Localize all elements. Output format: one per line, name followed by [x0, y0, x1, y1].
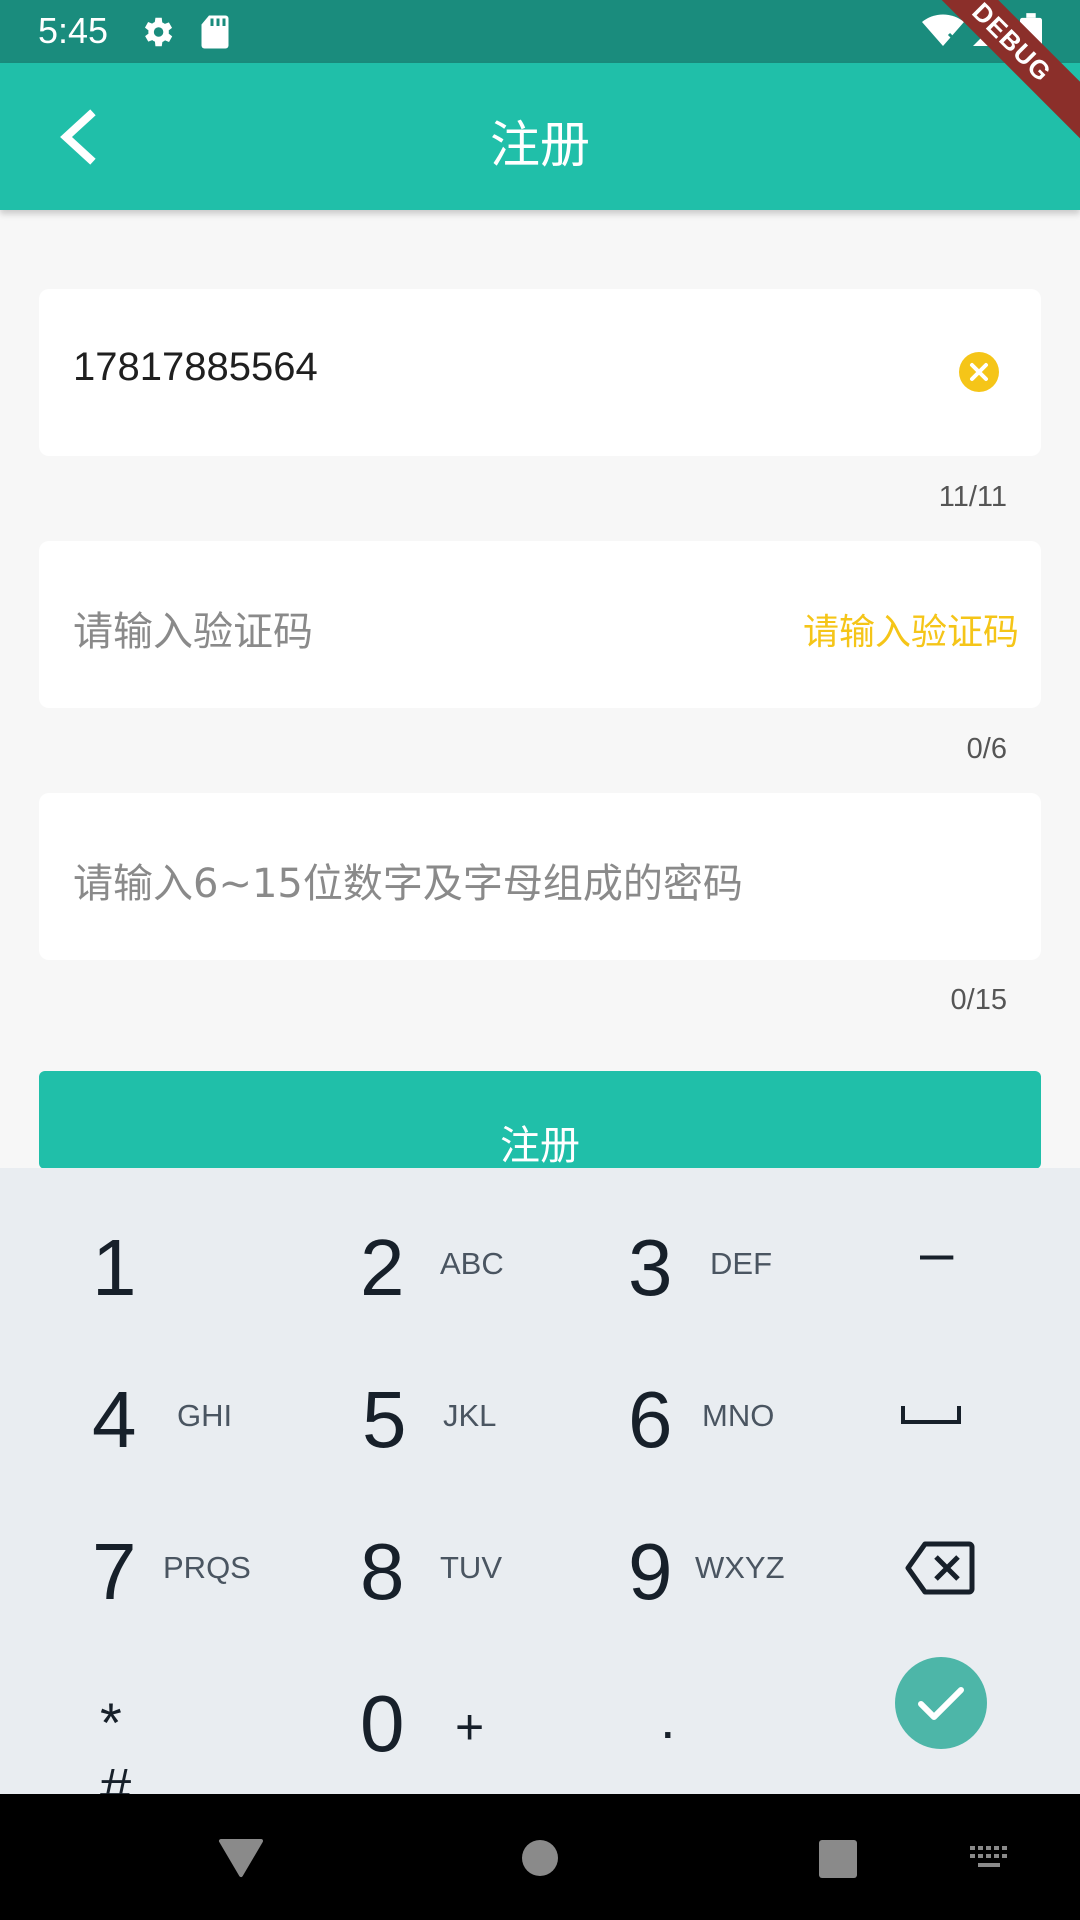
status-bar: 5:45	[0, 0, 1080, 63]
key-number: 9	[628, 1527, 673, 1616]
key-letters: PRQS	[163, 1550, 251, 1585]
register-button[interactable]: 注册	[39, 1071, 1041, 1169]
key-letters: DEF	[710, 1246, 772, 1281]
back-triangle-icon[interactable]	[218, 1838, 264, 1878]
backspace-icon	[905, 1541, 975, 1595]
app-bar: 注册	[0, 63, 1080, 210]
code-field[interactable]: 请输入验证码 请输入验证码	[39, 541, 1041, 708]
key-letters: MNO	[702, 1398, 775, 1433]
home-circle-icon[interactable]	[520, 1838, 560, 1878]
wifi-icon	[922, 14, 964, 46]
check-icon	[918, 1687, 964, 1720]
key-number: 1	[92, 1223, 137, 1312]
key-number: 6	[628, 1375, 673, 1464]
key-number: 8	[360, 1527, 405, 1616]
recents-square-icon[interactable]	[818, 1839, 858, 1879]
code-input-placeholder[interactable]: 请输入验证码	[73, 599, 313, 657]
key-letters: JKL	[443, 1398, 497, 1433]
password-counter: 0/15	[950, 984, 1007, 1016]
key-number: 0	[360, 1679, 405, 1768]
key-letters: WXYZ	[695, 1550, 785, 1585]
numeric-keyboard: 1 2 ABC 3 DEF – 4 GHI 5 JKL 6 MNO 7 PRQS…	[0, 1168, 1080, 1819]
key-number: 7	[92, 1527, 137, 1616]
navigation-bar	[0, 1794, 1080, 1920]
page-title: 注册	[490, 116, 590, 174]
key-number: 2	[360, 1223, 405, 1312]
password-field[interactable]: 请输入6~15位数字及字母组成的密码	[39, 793, 1041, 960]
key-letters: TUV	[440, 1550, 502, 1585]
get-code-button[interactable]: 请输入验证码	[803, 603, 1019, 655]
key-letters: ABC	[440, 1246, 504, 1281]
key-number: 5	[362, 1375, 407, 1464]
backspace-key[interactable]	[905, 1540, 975, 1600]
clear-circle-icon[interactable]	[959, 352, 999, 392]
password-input-placeholder[interactable]: 请输入6~15位数字及字母组成的密码	[73, 851, 743, 909]
gear-icon	[144, 17, 173, 47]
space-icon	[901, 1406, 961, 1424]
key-number: 4	[92, 1375, 137, 1464]
key-number: 3	[628, 1223, 673, 1312]
keyboard-icon[interactable]	[968, 1844, 1012, 1872]
phone-input[interactable]: 17817885564	[73, 345, 318, 390]
key-symbol: .	[660, 1687, 676, 1750]
phone-counter: 11/11	[938, 481, 1007, 513]
key-symbol: –	[920, 1219, 954, 1286]
key-letters: +	[455, 1699, 485, 1755]
sd-card-icon	[201, 15, 229, 49]
done-key[interactable]	[895, 1657, 987, 1749]
code-counter: 0/6	[966, 733, 1007, 765]
status-time: 5:45	[38, 10, 109, 51]
space-key[interactable]	[900, 1404, 962, 1430]
key-letters: GHI	[177, 1398, 233, 1433]
phone-field[interactable]: 17817885564	[39, 289, 1041, 456]
